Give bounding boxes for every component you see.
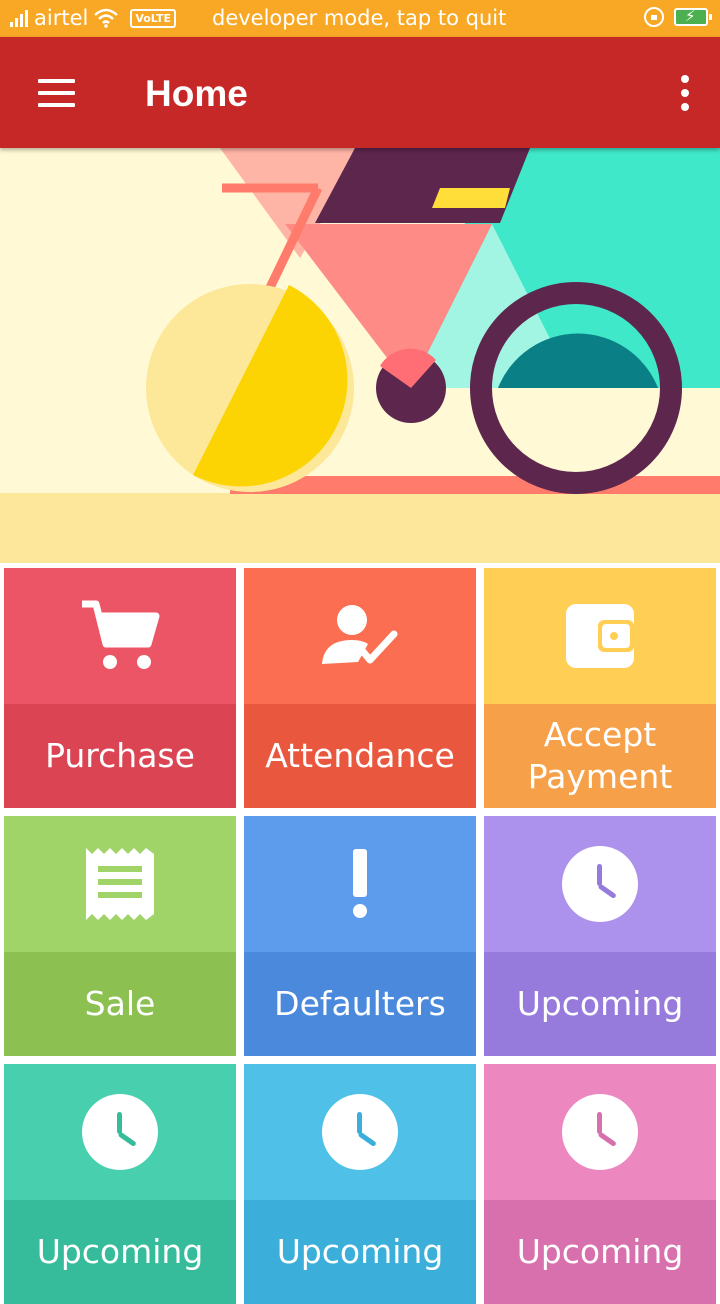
tile-upcoming[interactable]: Upcoming (484, 1064, 716, 1304)
user-check-icon (322, 605, 398, 664)
clock-icon (562, 1094, 638, 1170)
tile-attendance[interactable]: Attendance (244, 568, 476, 808)
tile-label: Accept Payment (527, 715, 673, 796)
tile-upcoming[interactable]: Upcoming (244, 1064, 476, 1304)
tile-label: Attendance (265, 736, 455, 775)
carrier-name: airtel (34, 6, 89, 30)
rotation-lock-icon (644, 7, 664, 27)
tile-purchase[interactable]: Purchase (4, 568, 236, 808)
developer-mode-notice[interactable]: developer mode, tap to quit (212, 5, 506, 31)
clock-icon (82, 1094, 158, 1170)
tile-label: Upcoming (516, 1232, 684, 1271)
menu-button[interactable] (28, 71, 84, 117)
tile-label: Upcoming (276, 1232, 444, 1271)
cart-icon (82, 600, 160, 669)
page-title: Home (145, 73, 248, 114)
tile-defaulters[interactable]: Defaulters (244, 816, 476, 1056)
tile-upcoming[interactable]: Upcoming (4, 1064, 236, 1304)
app-bar: Home (0, 37, 720, 148)
overflow-menu-button[interactable] (670, 67, 700, 119)
bicycle-banner-image (0, 148, 720, 563)
tile-label: Defaulters (274, 984, 446, 1023)
tile-label: Sale (84, 984, 156, 1023)
tile-label: Upcoming (516, 984, 684, 1023)
exclamation-icon (353, 849, 367, 918)
tile-label: Upcoming (36, 1232, 204, 1271)
tile-upcoming[interactable]: Upcoming (484, 816, 716, 1056)
wifi-icon (94, 8, 119, 28)
status-bar: airtel VoLTE developer mode, tap to quit… (0, 0, 720, 37)
status-left: airtel VoLTE (10, 5, 177, 31)
battery-icon: ⚡ (674, 7, 712, 26)
status-right: ⚡ (644, 7, 712, 27)
clock-icon (322, 1094, 398, 1170)
receipt-icon (86, 848, 154, 920)
volte-badge: VoLTE (130, 8, 177, 28)
signal-icon (10, 9, 28, 27)
clock-icon (562, 846, 638, 922)
tile-accept-payment[interactable]: Accept Payment (484, 568, 716, 808)
tile-label: Purchase (45, 736, 195, 775)
tile-sale[interactable]: Sale (4, 816, 236, 1056)
wallet-icon (566, 604, 634, 668)
